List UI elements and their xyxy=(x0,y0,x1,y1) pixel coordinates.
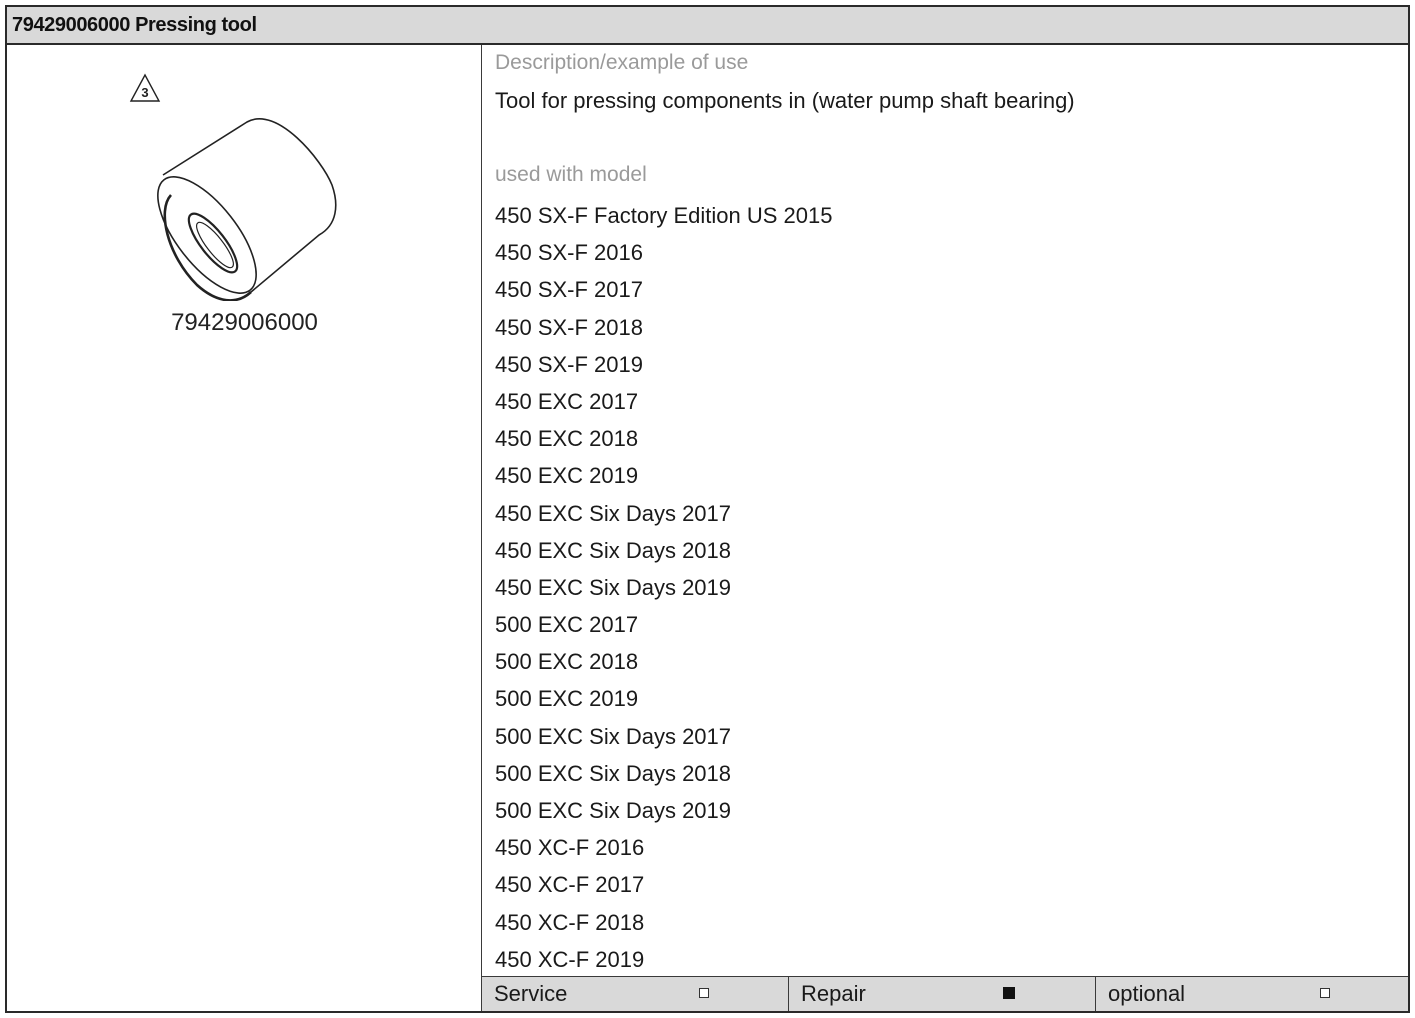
service-cell: Service xyxy=(482,977,789,1011)
model-list-item: 450 XC-F 2016 xyxy=(495,835,645,861)
model-list-item: 450 XC-F 2017 xyxy=(495,872,645,898)
callout-number: 3 xyxy=(141,85,148,100)
model-list-item: 450 EXC 2019 xyxy=(495,463,639,489)
info-panel: Description/example of use Tool for pres… xyxy=(482,45,1408,1011)
model-list-item: 450 SX-F 2019 xyxy=(495,351,643,377)
part-number-label: 79429006000 xyxy=(171,309,318,336)
repair-cell: Repair xyxy=(789,977,1096,1011)
model-list-item: 500 EXC Six Days 2017 xyxy=(495,723,732,749)
model-list-item: 450 SX-F 2018 xyxy=(495,314,643,340)
model-list-item: 450 SX-F 2016 xyxy=(495,240,643,266)
model-list-item: 450 SX-F Factory Edition US 2015 xyxy=(495,203,833,228)
description-heading: Description/example of use xyxy=(495,51,749,74)
callout-triangle-icon: 3 xyxy=(129,73,161,102)
tool-sheet: 79429006000 Pressing tool 3 79429006000 xyxy=(5,5,1410,1013)
page-title: 79429006000 Pressing tool xyxy=(12,13,257,36)
repair-label: Repair xyxy=(801,981,866,1006)
sheet-header: 79429006000 Pressing tool xyxy=(7,7,1408,45)
model-list-item: 450 EXC Six Days 2017 xyxy=(495,500,732,526)
description-text: Tool for pressing components in (water p… xyxy=(495,88,1075,113)
optional-checkbox-icon xyxy=(1320,988,1330,998)
model-list-item: 500 EXC 2018 xyxy=(495,649,639,675)
model-list: 450 SX-F Factory Edition US 2015 450 SX-F… xyxy=(495,197,833,978)
model-list-item: 500 EXC Six Days 2019 xyxy=(495,798,732,823)
cylinder-icon xyxy=(157,118,337,301)
usage-footer: Service Repair optional xyxy=(482,976,1408,1011)
model-list-item: 500 EXC Six Days 2018 xyxy=(495,760,732,786)
model-list-item: 450 EXC 2017 xyxy=(495,388,639,414)
model-list-item: 500 EXC 2017 xyxy=(495,612,639,638)
model-list-item: 450 XC-F 2018 xyxy=(495,909,645,935)
optional-cell: optional xyxy=(1096,977,1408,1011)
models-heading: used with model xyxy=(495,163,647,186)
optional-label: optional xyxy=(1108,981,1186,1006)
model-list-item: 450 EXC Six Days 2019 xyxy=(495,574,732,600)
service-label: Service xyxy=(494,981,568,1006)
model-list-item: 450 SX-F 2017 xyxy=(495,277,643,303)
model-list-item: 450 XC-F 2019 xyxy=(495,946,645,972)
repair-checkbox-icon xyxy=(1003,987,1015,999)
model-list-item: 500 EXC 2019 xyxy=(495,686,639,712)
figure-panel: 3 79429006000 xyxy=(7,45,482,1011)
service-checkbox-icon xyxy=(699,988,709,998)
pressing-tool-drawing: 3 xyxy=(129,73,337,301)
model-list-item: 450 EXC 2018 xyxy=(495,426,639,452)
model-list-item: 450 EXC Six Days 2018 xyxy=(495,537,732,563)
